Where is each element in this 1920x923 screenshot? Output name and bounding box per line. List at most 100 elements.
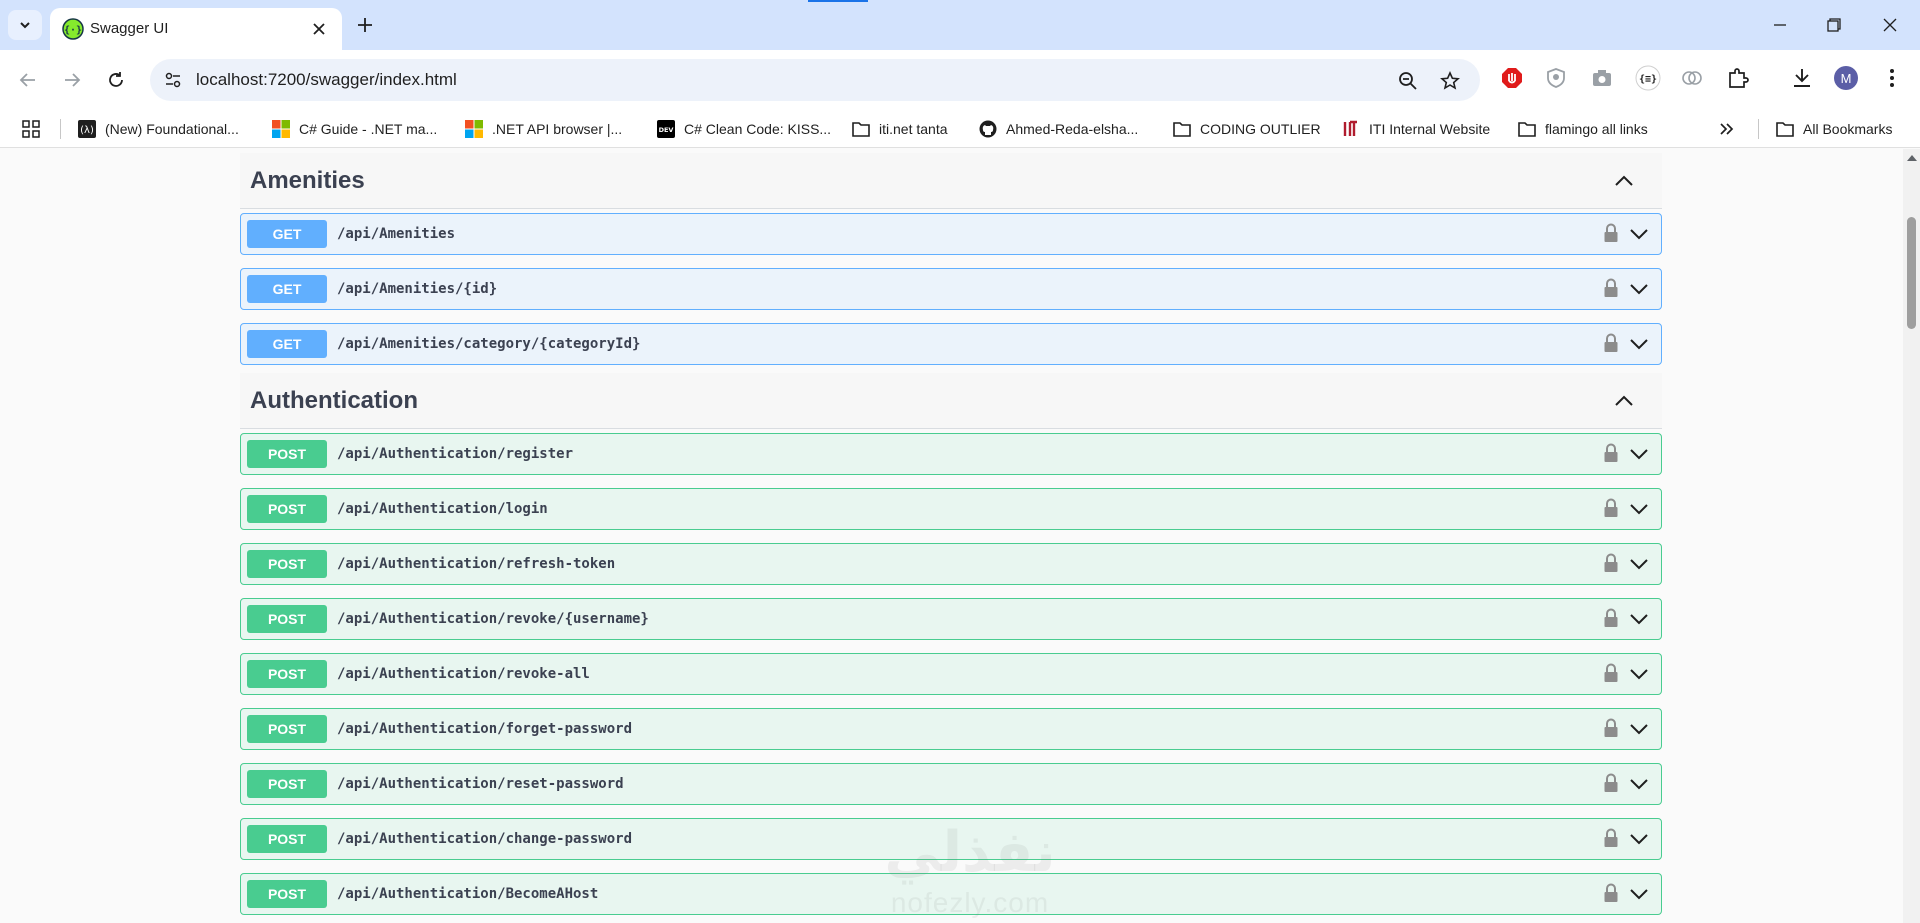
scrollbar-thumb[interactable]: [1907, 217, 1916, 329]
operation-post-revoke-all[interactable]: POST /api/Authentication/revoke-all: [240, 653, 1662, 695]
operation-post-reset-password[interactable]: POST /api/Authentication/reset-password: [240, 763, 1662, 805]
method-badge: POST: [247, 880, 327, 908]
section-header[interactable]: Authentication: [240, 373, 1662, 429]
chevron-down-icon[interactable]: [1627, 882, 1651, 906]
camera-extension-icon[interactable]: [1588, 64, 1616, 92]
puzzle-extension-icon[interactable]: [1724, 64, 1752, 92]
minimize-button[interactable]: [1752, 0, 1808, 50]
bookmarks-overflow-button[interactable]: [1718, 110, 1745, 148]
chevron-up-icon: [1615, 175, 1633, 186]
bookmark-folder[interactable]: flamingo all links: [1518, 110, 1648, 148]
bookmark-folder[interactable]: iti.net tanta: [852, 110, 948, 148]
method-badge: POST: [247, 770, 327, 798]
lock-icon[interactable]: [1601, 442, 1621, 464]
chevron-down-icon[interactable]: [1627, 332, 1651, 356]
bookmark-item[interactable]: DEV C# Clean Code: KISS...: [657, 110, 831, 148]
svg-text:{≡}: {≡}: [1639, 74, 1657, 85]
operation-post-forget-password[interactable]: POST /api/Authentication/forget-password: [240, 708, 1662, 750]
bookmark-star-icon[interactable]: [1438, 69, 1462, 93]
microsoft-icon: [272, 120, 290, 138]
operation-get-amenity-by-id[interactable]: GET /api/Amenities/{id}: [240, 268, 1662, 310]
lock-icon[interactable]: [1601, 827, 1621, 849]
chevron-down-icon[interactable]: [1627, 552, 1651, 576]
shield-extension-icon[interactable]: [1542, 64, 1570, 92]
cloud-extension-icon[interactable]: [1678, 64, 1706, 92]
operation-get-amenities[interactable]: GET /api/Amenities: [240, 213, 1662, 255]
new-tab-button[interactable]: [352, 12, 378, 38]
menu-icon[interactable]: [1878, 64, 1906, 92]
folder-icon: [1173, 120, 1191, 138]
bookmark-label: (New) Foundational...: [105, 121, 239, 137]
chevron-down-icon[interactable]: [1627, 717, 1651, 741]
operation-post-register[interactable]: POST /api/Authentication/register: [240, 433, 1662, 475]
chevron-down-icon[interactable]: [1627, 827, 1651, 851]
section-header[interactable]: Amenities: [240, 153, 1662, 209]
folder-icon: [1518, 120, 1536, 138]
window-close-button[interactable]: [1862, 0, 1918, 50]
all-bookmarks-button[interactable]: All Bookmarks: [1776, 110, 1892, 148]
reload-icon: [109, 72, 123, 87]
chevron-down-icon[interactable]: [1627, 497, 1651, 521]
lock-icon[interactable]: [1601, 662, 1621, 684]
apps-button[interactable]: [22, 110, 49, 148]
method-badge: POST: [247, 440, 327, 468]
download-icon[interactable]: [1788, 64, 1816, 92]
lock-icon[interactable]: [1601, 772, 1621, 794]
operation-post-change-password[interactable]: POST /api/Authentication/change-password: [240, 818, 1662, 860]
operation-path: /api/Authentication/forget-password: [337, 721, 633, 737]
lock-icon[interactable]: [1601, 332, 1621, 354]
bookmark-item[interactable]: C# Guide - .NET ma...: [272, 110, 437, 148]
chevron-up-icon: [1615, 395, 1633, 406]
chevron-down-icon[interactable]: [1627, 772, 1651, 796]
bookmark-item[interactable]: (λ) (New) Foundational...: [78, 110, 239, 148]
forward-button[interactable]: [56, 64, 88, 96]
operation-get-amenities-by-category[interactable]: GET /api/Amenities/category/{categoryId}: [240, 323, 1662, 365]
section-collapse-button[interactable]: [1610, 387, 1638, 415]
json-extension-icon[interactable]: {≡}: [1634, 64, 1662, 92]
bookmark-label: flamingo all links: [1545, 121, 1648, 137]
operation-post-become-a-host[interactable]: POST /api/Authentication/BecomeAHost: [240, 873, 1662, 915]
chevron-down-icon[interactable]: [1627, 442, 1651, 466]
lock-icon[interactable]: [1601, 222, 1621, 244]
lock-icon[interactable]: [1601, 882, 1621, 904]
restore-button[interactable]: [1806, 0, 1862, 50]
zoom-icon[interactable]: [1396, 69, 1420, 93]
address-bar[interactable]: localhost:7200/swagger/index.html: [150, 59, 1480, 101]
reload-button[interactable]: [100, 64, 132, 96]
lock-icon[interactable]: [1601, 717, 1621, 739]
svg-text:(λ): (λ): [80, 125, 94, 136]
plus-icon: [358, 18, 372, 32]
active-tab[interactable]: {·} Swagger UI: [50, 8, 342, 50]
bookmark-item[interactable]: ITI Internal Website: [1342, 110, 1490, 148]
chevron-down-icon[interactable]: [1627, 607, 1651, 631]
chevron-down-icon[interactable]: [1627, 222, 1651, 246]
operation-path: /api/Authentication/revoke/{username}: [337, 611, 649, 627]
lock-icon[interactable]: [1601, 607, 1621, 629]
tab-close-button[interactable]: [308, 18, 330, 40]
lock-icon[interactable]: [1601, 497, 1621, 519]
lock-icon[interactable]: [1601, 552, 1621, 574]
bookmarks-bar: (λ) (New) Foundational... C# Guide - .NE…: [0, 110, 1920, 148]
operation-path: /api/Authentication/reset-password: [337, 776, 624, 792]
operation-post-login[interactable]: POST /api/Authentication/login: [240, 488, 1662, 530]
method-badge: GET: [247, 220, 327, 248]
address-url: localhost:7200/swagger/index.html: [196, 70, 457, 89]
bookmark-folder[interactable]: CODING OUTLIER: [1173, 110, 1321, 148]
bookmark-item[interactable]: Ahmed-Reda-elsha...: [979, 110, 1138, 148]
back-button[interactable]: [12, 64, 44, 96]
chevron-down-icon[interactable]: [1627, 277, 1651, 301]
bookmark-item[interactable]: .NET API browser |...: [465, 110, 622, 148]
chevron-down-icon[interactable]: [1627, 662, 1651, 686]
site-info-icon[interactable]: [162, 69, 184, 91]
profile-avatar[interactable]: M: [1834, 66, 1858, 90]
page-scrollbar[interactable]: [1903, 149, 1920, 923]
scroll-up-arrow-icon[interactable]: [1907, 155, 1917, 161]
page-viewport: Amenities GET /api/Amenities GET /api/Am…: [0, 149, 1903, 923]
lock-icon[interactable]: [1601, 277, 1621, 299]
section-collapse-button[interactable]: [1610, 167, 1638, 195]
operation-post-revoke-username[interactable]: POST /api/Authentication/revoke/{usernam…: [240, 598, 1662, 640]
dev-icon: DEV: [657, 120, 675, 138]
adblock-extension-icon[interactable]: [1498, 64, 1526, 92]
tab-search-button[interactable]: [8, 10, 42, 40]
operation-post-refresh-token[interactable]: POST /api/Authentication/refresh-token: [240, 543, 1662, 585]
